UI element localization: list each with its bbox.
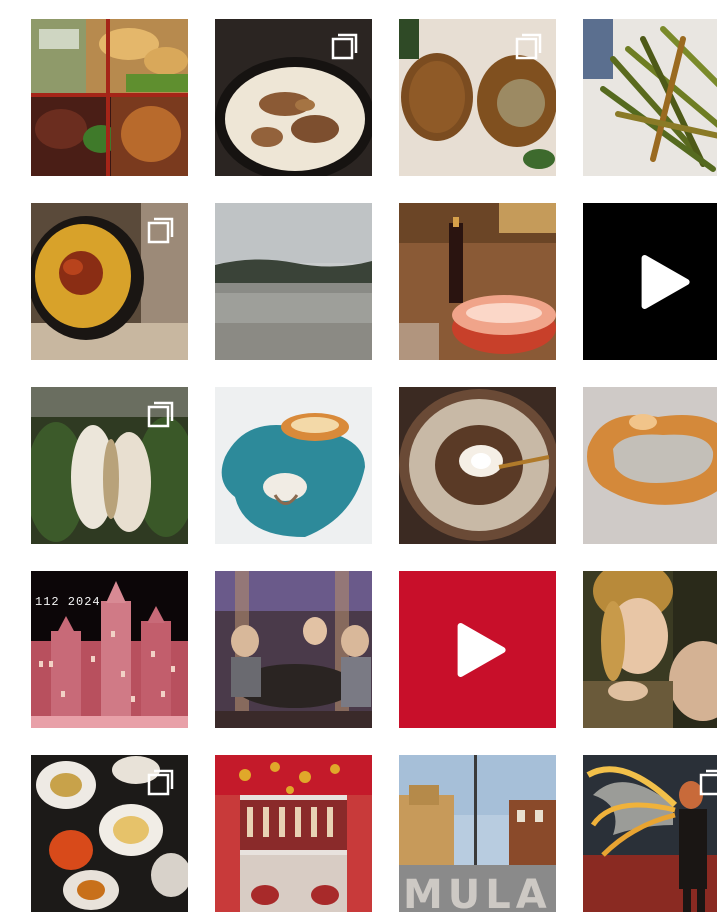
grid-tile-black-video[interactable]	[583, 203, 717, 360]
grid-tile-bento-box[interactable]	[31, 19, 188, 176]
grid-tile-sugar-pastry[interactable]	[583, 387, 717, 544]
grid-tile-restaurant-group[interactable]	[215, 571, 372, 728]
play-icon	[457, 622, 506, 677]
bento-box-photo	[31, 19, 188, 176]
carousel-icon	[515, 33, 542, 60]
grid-tile-tapas-table[interactable]	[31, 755, 188, 912]
grid-tile-roscon-cake[interactable]	[399, 387, 556, 544]
carousel-icon	[331, 33, 358, 60]
bar-interior-photo	[215, 755, 372, 912]
carousel-icon	[147, 401, 174, 428]
grid-tile-snowy-field[interactable]	[215, 203, 372, 360]
carousel-icon	[699, 769, 717, 796]
birthday-cake-photo	[399, 203, 556, 360]
renaissance-painting-photo	[583, 571, 717, 728]
grid-tile-bar-interior[interactable]	[215, 755, 372, 912]
play-icon	[641, 254, 690, 309]
blue-plate-dessert-photo	[215, 387, 372, 544]
snowy-field-photo	[215, 203, 372, 360]
restaurant-group-photo	[215, 571, 372, 728]
grid-tile-red-video[interactable]	[399, 571, 556, 728]
carousel-icon	[147, 769, 174, 796]
photo-overlay-text: 112 2024	[35, 595, 101, 609]
grid-tile-croquettes[interactable]	[399, 19, 556, 176]
grid-tile-mula-town[interactable]: MULA	[399, 755, 556, 912]
grid-tile-green-beans[interactable]	[583, 19, 717, 176]
grid-tile-renaissance-painting[interactable]	[583, 571, 717, 728]
grid-tile-mushroom-soup[interactable]	[215, 19, 372, 176]
green-beans-photo	[583, 19, 717, 176]
grid-tile-angel-mural[interactable]	[583, 755, 717, 912]
angel-mural-photo	[583, 755, 717, 912]
sugar-pastry-photo	[583, 387, 717, 544]
grid-tile-paella-pan[interactable]	[31, 203, 188, 360]
grid-tile-birthday-cake[interactable]	[399, 203, 556, 360]
grid-tile-lit-palace[interactable]: 112 2024	[31, 571, 188, 728]
carousel-icon	[147, 217, 174, 244]
grid-tile-bao-buns[interactable]	[31, 387, 188, 544]
profile-media-grid: 112 2024 MULA	[31, 19, 717, 912]
photo-overlay-text: MULA	[403, 872, 552, 912]
grid-tile-blue-plate-dessert[interactable]	[215, 387, 372, 544]
roscon-cake-photo	[399, 387, 556, 544]
